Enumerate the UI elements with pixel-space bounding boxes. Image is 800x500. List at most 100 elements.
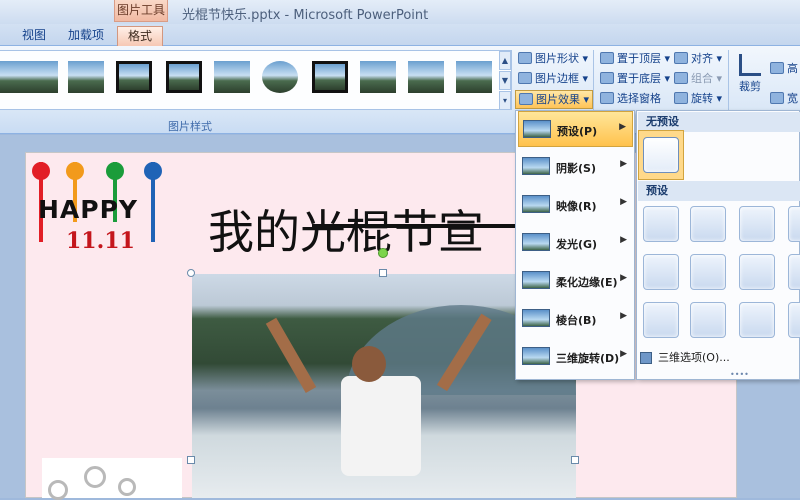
preset-option[interactable] bbox=[690, 254, 726, 290]
preset-header: 预设 bbox=[638, 181, 800, 201]
menu-item-preset[interactable]: 预设(P) ▶ bbox=[518, 111, 633, 147]
resize-handle-top-left[interactable] bbox=[187, 269, 195, 277]
crop-button[interactable]: 裁剪 bbox=[734, 52, 766, 102]
menu-item-3d-rotation[interactable]: 三维旋转(D) ▶ bbox=[518, 339, 633, 375]
title-strikethrough-line bbox=[312, 224, 522, 228]
preset-option[interactable] bbox=[788, 206, 800, 242]
preset-option[interactable] bbox=[788, 302, 800, 338]
style-thumb[interactable] bbox=[214, 61, 250, 93]
resize-grip-icon[interactable]: •••• bbox=[730, 370, 749, 379]
align-button[interactable]: 对齐 ▾ bbox=[674, 50, 722, 69]
selection-pane-button[interactable]: 选择窗格 bbox=[600, 90, 661, 109]
submenu-arrow-icon: ▶ bbox=[620, 235, 627, 245]
selection-pane-icon bbox=[600, 92, 614, 104]
ribbon-tab-row: 视图 加载项 格式 bbox=[0, 24, 800, 46]
preset-option[interactable] bbox=[690, 302, 726, 338]
submenu-arrow-icon: ▶ bbox=[620, 349, 627, 359]
resize-handle-top[interactable] bbox=[379, 269, 387, 277]
menu-item-reflection[interactable]: 映像(R) ▶ bbox=[518, 187, 633, 223]
style-thumb[interactable] bbox=[312, 61, 348, 93]
3d-rotation-icon bbox=[522, 347, 550, 365]
menu-item-soft-edges[interactable]: 柔化边缘(E) ▶ bbox=[518, 263, 633, 299]
preset-option[interactable] bbox=[643, 302, 679, 338]
decorative-circle bbox=[118, 478, 136, 496]
picture-effects-button[interactable]: 图片效果 ▾ bbox=[515, 90, 594, 109]
title-bar: 图片工具 光棍节快乐.pptx - Microsoft PowerPoint bbox=[0, 0, 800, 24]
preset-icon bbox=[523, 120, 551, 138]
width-icon bbox=[770, 92, 784, 104]
picture-tools-context-label: 图片工具 bbox=[114, 0, 168, 22]
preset-option[interactable] bbox=[739, 206, 775, 242]
style-thumb[interactable] bbox=[22, 61, 58, 93]
preset-option[interactable] bbox=[739, 254, 775, 290]
style-thumb[interactable] bbox=[166, 61, 202, 93]
resize-handle-left[interactable] bbox=[187, 456, 195, 464]
bring-front-icon bbox=[600, 52, 614, 64]
gallery-scroll-up[interactable]: ▲ bbox=[499, 51, 511, 70]
no-preset-option[interactable] bbox=[643, 137, 679, 173]
rotate-icon bbox=[674, 92, 688, 104]
preset-option[interactable] bbox=[643, 206, 679, 242]
preset-option[interactable] bbox=[690, 206, 726, 242]
width-field-label[interactable]: 宽 bbox=[770, 90, 798, 109]
3d-options-item[interactable]: 三维选项(O)... bbox=[638, 348, 798, 368]
style-thumb[interactable] bbox=[68, 61, 104, 93]
reflection-icon bbox=[522, 195, 550, 213]
glow-icon bbox=[522, 233, 550, 251]
decorative-circle bbox=[48, 480, 68, 500]
pin-blue bbox=[144, 162, 162, 242]
resize-handle-right[interactable] bbox=[571, 456, 579, 464]
picture-style-gallery: ▲ ▼ ▾ bbox=[0, 50, 512, 110]
submenu-arrow-icon: ▶ bbox=[620, 273, 627, 283]
preset-option[interactable] bbox=[643, 254, 679, 290]
style-thumb[interactable] bbox=[360, 61, 396, 93]
photo-head bbox=[352, 346, 386, 382]
menu-item-bevel[interactable]: 棱台(B) ▶ bbox=[518, 301, 633, 337]
gallery-scroll-down[interactable]: ▼ bbox=[499, 71, 511, 90]
preset-option[interactable] bbox=[739, 302, 775, 338]
style-thumb[interactable] bbox=[408, 61, 444, 93]
shadow-icon bbox=[522, 157, 550, 175]
happy-logo-number: 11.11 bbox=[66, 228, 135, 254]
tab-format[interactable]: 格式 bbox=[117, 26, 164, 46]
rotate-button[interactable]: 旋转 ▾ bbox=[674, 90, 722, 109]
3d-options-icon bbox=[640, 352, 652, 364]
crop-icon bbox=[739, 54, 761, 76]
submenu-arrow-icon: ▶ bbox=[620, 197, 627, 207]
happy-logo-text: HAPPY bbox=[38, 195, 139, 224]
border-icon bbox=[518, 72, 532, 84]
bring-to-front-button[interactable]: 置于顶层 ▾ bbox=[600, 50, 670, 69]
style-thumb[interactable] bbox=[456, 61, 492, 93]
preset-option[interactable] bbox=[788, 254, 800, 290]
picture-effects-menu: 预设(P) ▶ 阴影(S) ▶ 映像(R) ▶ 发光(G) ▶ 柔化边缘(E) … bbox=[515, 110, 635, 380]
picture-border-button[interactable]: 图片边框 ▾ bbox=[518, 70, 588, 89]
soft-edges-icon bbox=[522, 271, 550, 289]
menu-item-shadow[interactable]: 阴影(S) ▶ bbox=[518, 149, 633, 185]
picture-styles-group-label: 图片样式 bbox=[168, 120, 212, 133]
shape-icon bbox=[518, 52, 532, 64]
submenu-arrow-icon: ▶ bbox=[619, 122, 626, 132]
photo-person bbox=[341, 376, 421, 476]
decorative-circle bbox=[84, 466, 106, 488]
no-preset-header: 无预设 bbox=[638, 112, 800, 132]
slide-title[interactable]: 我的光棍节宣 bbox=[208, 196, 513, 262]
effects-icon bbox=[519, 93, 533, 105]
group-button[interactable]: 组合 ▾ bbox=[674, 70, 722, 89]
style-thumb[interactable] bbox=[262, 61, 298, 93]
rotation-handle[interactable] bbox=[378, 248, 388, 258]
group-icon bbox=[674, 72, 688, 84]
height-field-label[interactable]: 高 bbox=[770, 60, 798, 79]
menu-item-glow[interactable]: 发光(G) ▶ bbox=[518, 225, 633, 261]
tab-view[interactable]: 视图 bbox=[22, 26, 46, 46]
style-thumb[interactable] bbox=[116, 61, 152, 93]
picture-shape-button[interactable]: 图片形状 ▾ bbox=[518, 50, 588, 69]
bevel-icon bbox=[522, 309, 550, 327]
send-to-back-button[interactable]: 置于底层 ▾ bbox=[600, 70, 670, 89]
align-icon bbox=[674, 52, 688, 64]
send-back-icon bbox=[600, 72, 614, 84]
submenu-arrow-icon: ▶ bbox=[620, 159, 627, 169]
height-icon bbox=[770, 62, 784, 74]
gallery-more-button[interactable]: ▾ bbox=[499, 91, 511, 110]
submenu-arrow-icon: ▶ bbox=[620, 311, 627, 321]
tab-addins[interactable]: 加载项 bbox=[68, 26, 104, 46]
